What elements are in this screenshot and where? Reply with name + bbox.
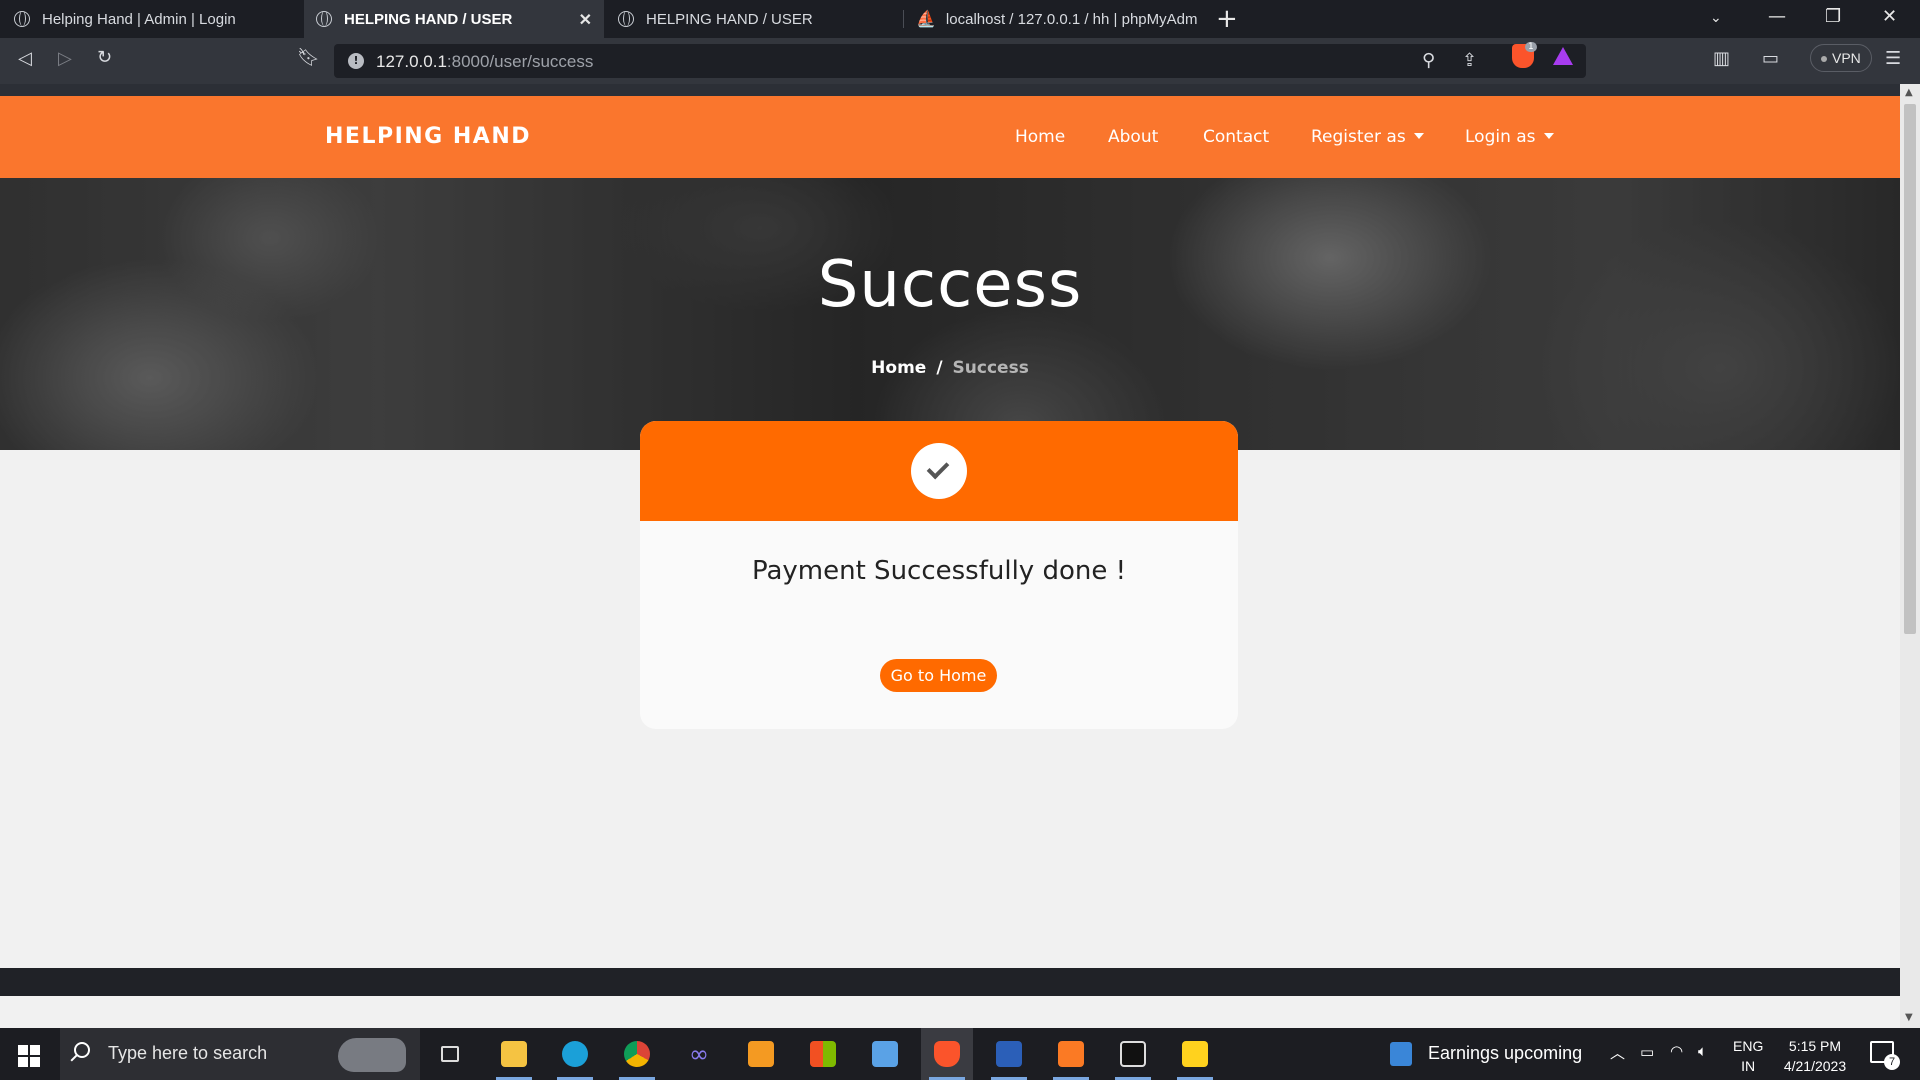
menu-icon[interactable]: ☰: [1885, 48, 1901, 69]
scrollbar-thumb[interactable]: [1904, 104, 1916, 634]
nav-contact[interactable]: Contact: [1203, 127, 1269, 147]
search-app-icon[interactable]: [859, 1028, 911, 1080]
tab-helping-hand-user[interactable]: HELPING HAND / USER: [606, 0, 902, 38]
page-scrollbar[interactable]: ▲ ▼: [1900, 84, 1920, 1028]
site-info-icon[interactable]: !: [348, 53, 364, 69]
restore-button[interactable]: ❐: [1825, 6, 1841, 27]
nav-register-dropdown[interactable]: Register as: [1311, 127, 1424, 147]
xampp-icon[interactable]: [1045, 1028, 1097, 1080]
browser-toolbar: ◁ ▷ ↻ 🔖︎ ! 127.0.0.1:8000/user/success ⚲…: [0, 38, 1920, 84]
nav-register-label: Register as: [1311, 127, 1406, 147]
nav-login-label: Login as: [1465, 127, 1536, 147]
caret-down-icon: [1543, 133, 1554, 139]
go-to-home-button[interactable]: Go to Home: [880, 659, 997, 692]
phpmyadmin-icon: ⛵: [916, 11, 936, 28]
tab-admin-login[interactable]: Helping Hand | Admin | Login: [2, 0, 302, 38]
news-widget-icon[interactable]: [1390, 1042, 1412, 1066]
notification-count-badge: 7: [1884, 1054, 1900, 1070]
breadcrumb-current: Success: [952, 358, 1029, 378]
language-indicator[interactable]: ENG IN: [1733, 1036, 1763, 1076]
close-tab-icon[interactable]: ✕: [579, 10, 592, 30]
browser-tab-strip: Helping Hand | Admin | Login HELPING HAN…: [0, 0, 1920, 38]
battery-icon[interactable]: ▭: [1640, 1043, 1654, 1061]
site-navbar: HELPING HAND Home About Contact Register…: [0, 96, 1900, 178]
hero-banner: Success Home / Success: [0, 178, 1900, 450]
success-card-header: [640, 421, 1238, 521]
show-hidden-icons-chevron[interactable]: ︿: [1610, 1042, 1625, 1063]
microsoft-store-icon[interactable]: [797, 1028, 849, 1080]
minimize-button[interactable]: —: [1768, 6, 1786, 27]
tab-title: HELPING HAND / USER: [344, 10, 513, 28]
close-window-button[interactable]: ✕: [1882, 6, 1897, 27]
site-brand-logo[interactable]: HELPING HAND: [325, 124, 531, 149]
tab-title: localhost / 127.0.0.1 / hh | phpMyAdm: [945, 10, 1198, 28]
vpn-status-dot: [1821, 56, 1827, 63]
windows-start-icon[interactable]: [18, 1045, 40, 1067]
globe-icon: [316, 11, 332, 27]
new-tab-button[interactable]: +: [1216, 4, 1238, 34]
taskbar-search-box[interactable]: Type here to search: [60, 1028, 420, 1080]
wifi-icon[interactable]: ◠: [1670, 1042, 1683, 1060]
breadcrumb-separator: /: [936, 358, 943, 378]
tab-helping-hand-user-active[interactable]: HELPING HAND / USER ✕: [304, 0, 604, 38]
url-text[interactable]: 127.0.0.1:8000/user/success: [376, 52, 593, 72]
search-placeholder: Type here to search: [108, 1043, 268, 1063]
shields-count-badge: 1: [1525, 42, 1537, 52]
vpn-button[interactable]: VPN: [1810, 44, 1872, 72]
brave-rewards-icon[interactable]: [1553, 47, 1573, 65]
volume-icon[interactable]: 🔈︎: [1698, 1042, 1707, 1060]
tab-phpmyadmin[interactable]: ⛵ localhost / 127.0.0.1 / hh | phpMyAdm: [904, 0, 1202, 38]
wallet-icon[interactable]: ▭: [1762, 48, 1779, 69]
sidebar-icon[interactable]: ▥: [1713, 48, 1730, 69]
news-widget-text[interactable]: Earnings upcoming: [1428, 1043, 1582, 1064]
word-icon[interactable]: [983, 1028, 1035, 1080]
brave-browser-icon[interactable]: [921, 1028, 973, 1080]
success-message: Payment Successfully done !: [751, 556, 1127, 586]
success-card: Payment Successfully done ! Go to Home: [640, 421, 1238, 729]
sublime-text-icon[interactable]: [735, 1028, 787, 1080]
edge-icon[interactable]: [549, 1028, 601, 1080]
file-explorer-icon[interactable]: [488, 1028, 540, 1080]
globe-icon: [14, 11, 30, 27]
address-bar[interactable]: ! 127.0.0.1:8000/user/success ⚲ ⇪: [334, 44, 1586, 78]
task-view-icon[interactable]: [424, 1028, 476, 1080]
checkmark-circle-icon: [911, 443, 967, 499]
chrome-icon[interactable]: [611, 1028, 663, 1080]
scroll-down-arrow-icon[interactable]: ▼: [1905, 1012, 1913, 1023]
back-icon[interactable]: ◁: [18, 48, 32, 69]
nav-login-dropdown[interactable]: Login as: [1465, 127, 1554, 147]
checkmark-icon: [926, 456, 950, 480]
search-highlight-image: [338, 1038, 406, 1072]
nav-home[interactable]: Home: [1015, 127, 1065, 147]
reload-icon[interactable]: ↻: [97, 47, 112, 68]
page-title: Success: [817, 248, 1083, 322]
breadcrumb: Home / Success: [0, 358, 1900, 378]
nav-about[interactable]: About: [1108, 127, 1158, 147]
taskbar-clock[interactable]: 5:15 PM 4/21/2023: [1775, 1036, 1855, 1076]
tab-title: HELPING HAND / USER: [646, 10, 813, 28]
globe-icon: [618, 11, 634, 27]
tab-title: Helping Hand | Admin | Login: [42, 10, 236, 28]
bookmark-icon[interactable]: 🔖︎: [297, 47, 320, 68]
share-icon[interactable]: ⇪: [1462, 50, 1477, 71]
search-icon: [74, 1042, 90, 1058]
forward-icon[interactable]: ▷: [58, 48, 72, 69]
zoom-icon[interactable]: ⚲: [1422, 50, 1435, 71]
top-strip: [0, 84, 1900, 96]
breadcrumb-home-link[interactable]: Home: [871, 358, 926, 378]
page-viewport: HELPING HAND Home About Contact Register…: [0, 84, 1900, 1000]
windows-taskbar: Type here to search ∞ Earnings upcoming …: [0, 1028, 1920, 1080]
terminal-icon[interactable]: [1107, 1028, 1159, 1080]
footer-strip: [0, 968, 1900, 996]
sticky-notes-icon[interactable]: [1169, 1028, 1221, 1080]
caret-down-icon: [1413, 133, 1424, 139]
tab-search-chevron-icon[interactable]: ⌄: [1710, 10, 1722, 26]
infinity-app-icon[interactable]: ∞: [673, 1028, 725, 1080]
scroll-up-arrow-icon[interactable]: ▲: [1905, 87, 1913, 98]
